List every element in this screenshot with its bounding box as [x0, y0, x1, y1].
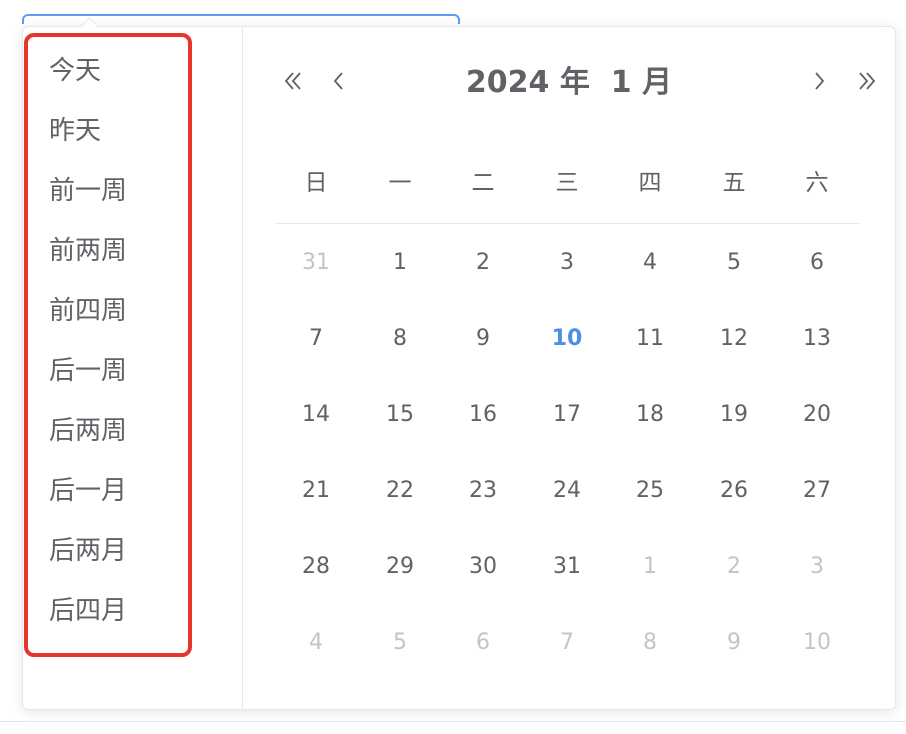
double-chevron-right-icon: [859, 72, 876, 90]
day-cell[interactable]: 5: [704, 249, 764, 277]
day-cell[interactable]: 1: [370, 249, 430, 277]
day-cell[interactable]: 8: [370, 325, 430, 353]
day-cell[interactable]: 25: [620, 477, 680, 505]
day-cell[interactable]: 7: [286, 325, 346, 353]
shortcut-next-two-months[interactable]: 后两月: [49, 536, 127, 566]
day-cell[interactable]: 30: [453, 553, 513, 581]
day-cell-other-month[interactable]: 3: [787, 553, 847, 581]
weekday-label: 三: [555, 170, 579, 196]
day-cell[interactable]: 17: [537, 401, 597, 429]
day-cell-other-month[interactable]: 7: [537, 629, 597, 657]
shortcut-next-four-months[interactable]: 后四月: [49, 596, 127, 626]
chevron-right-icon: [815, 72, 825, 90]
day-cell-other-month[interactable]: 8: [620, 629, 680, 657]
shortcut-today[interactable]: 今天: [49, 56, 101, 86]
next-year-button[interactable]: [851, 65, 883, 97]
weekday-divider: [275, 223, 859, 224]
calendar-header-title[interactable]: 2024 年 1 月: [243, 63, 895, 103]
day-cell[interactable]: 13: [787, 325, 847, 353]
weekday-label: 六: [805, 170, 829, 196]
day-cell-other-month[interactable]: 5: [370, 629, 430, 657]
day-cell[interactable]: 28: [286, 553, 346, 581]
shortcut-sidebar: 今天 昨天 前一周 前两周 前四周 后一周 后两周 后一月 后两月 后四月: [23, 27, 243, 709]
day-cell[interactable]: 2: [453, 249, 513, 277]
day-cell[interactable]: 3: [537, 249, 597, 277]
day-cell-other-month[interactable]: 1: [620, 553, 680, 581]
shortcut-last-week[interactable]: 前一周: [49, 176, 127, 206]
day-cell[interactable]: 16: [453, 401, 513, 429]
day-cell[interactable]: 6: [787, 249, 847, 277]
day-cell-other-month[interactable]: 9: [704, 629, 764, 657]
shortcut-next-month[interactable]: 后一月: [49, 476, 127, 506]
day-cell[interactable]: 27: [787, 477, 847, 505]
shortcut-next-two-weeks[interactable]: 后两周: [49, 416, 127, 446]
weekday-label: 二: [471, 170, 495, 196]
weekday-label: 一: [388, 170, 412, 196]
shortcut-last-four-weeks[interactable]: 前四周: [49, 296, 127, 326]
day-cell[interactable]: 24: [537, 477, 597, 505]
weekday-label: 五: [722, 170, 746, 196]
shortcut-yesterday[interactable]: 昨天: [49, 116, 101, 146]
day-cell[interactable]: 4: [620, 249, 680, 277]
day-cell-today[interactable]: 10: [537, 325, 597, 353]
day-cell[interactable]: 26: [704, 477, 764, 505]
day-cell-other-month[interactable]: 31: [286, 249, 346, 277]
weekday-label: 四: [638, 170, 662, 196]
day-cell[interactable]: 22: [370, 477, 430, 505]
shortcut-last-two-weeks[interactable]: 前两周: [49, 236, 127, 266]
shortcut-next-week[interactable]: 后一周: [49, 356, 127, 386]
day-cell[interactable]: 19: [704, 401, 764, 429]
day-cell-other-month[interactable]: 4: [286, 629, 346, 657]
day-cell[interactable]: 23: [453, 477, 513, 505]
day-cell[interactable]: 29: [370, 553, 430, 581]
day-cell[interactable]: 15: [370, 401, 430, 429]
page-divider: [0, 721, 906, 722]
next-month-button[interactable]: [803, 65, 835, 97]
day-cell[interactable]: 31: [537, 553, 597, 581]
day-cell[interactable]: 9: [453, 325, 513, 353]
day-cell-other-month[interactable]: 6: [453, 629, 513, 657]
day-cell[interactable]: 20: [787, 401, 847, 429]
day-cell[interactable]: 11: [620, 325, 680, 353]
day-cell[interactable]: 21: [286, 477, 346, 505]
weekday-label: 日: [304, 170, 328, 196]
day-cell[interactable]: 12: [704, 325, 764, 353]
date-picker-popover: 今天 昨天 前一周 前两周 前四周 后一周 后两周 后一月 后两月 后四月 20…: [22, 17, 896, 710]
day-cell-other-month[interactable]: 2: [704, 553, 764, 581]
day-cell-other-month[interactable]: 10: [787, 629, 847, 657]
day-cell[interactable]: 14: [286, 401, 346, 429]
calendar-panel: 2024 年 1 月 日一二三四五六 31 1 2 3 4 5 6 7 8 9 10 11 12 13 14…: [243, 27, 895, 709]
day-cell[interactable]: 18: [620, 401, 680, 429]
